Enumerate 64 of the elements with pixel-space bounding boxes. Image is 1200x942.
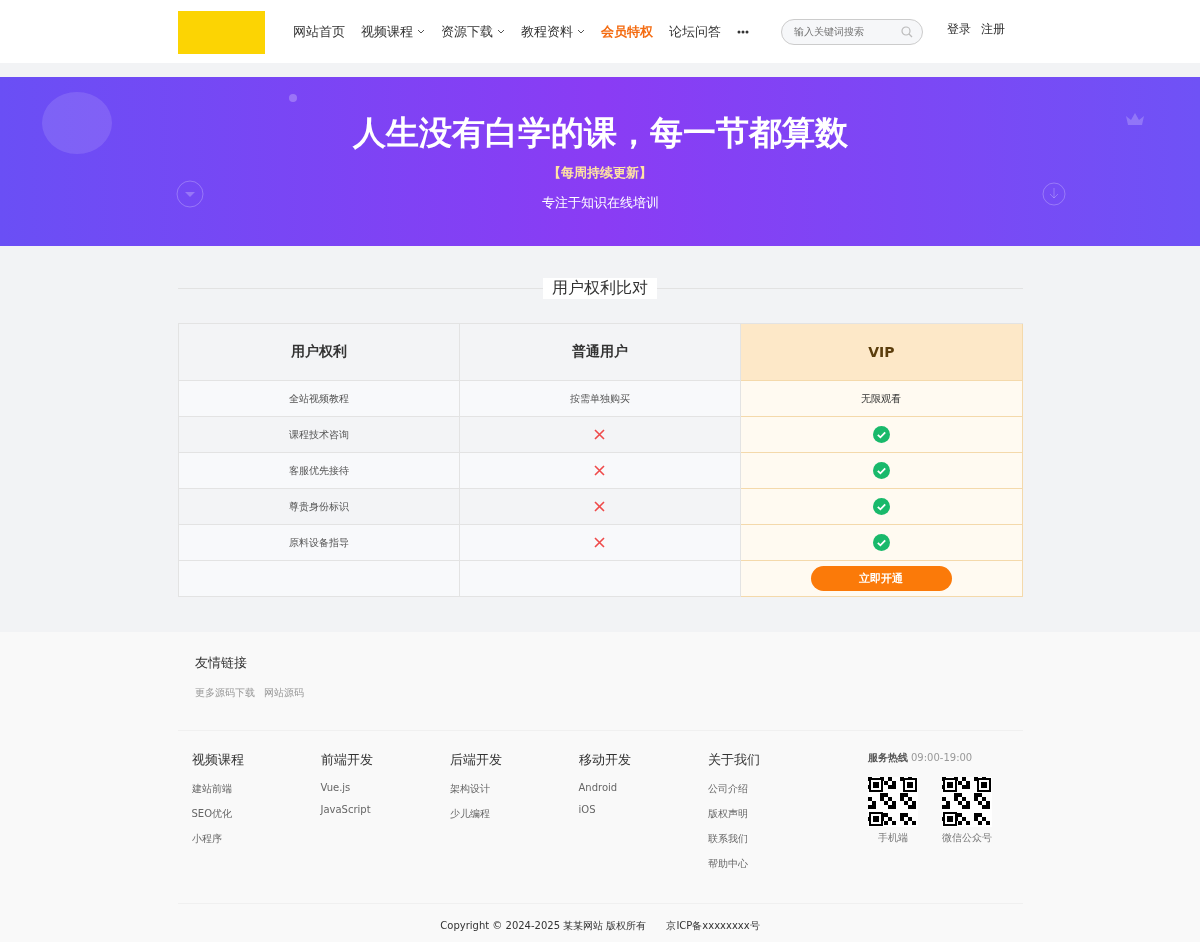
search-field[interactable]: 输入关键词搜索 — [780, 18, 923, 45]
table-cell: 全站视频教程 — [178, 381, 460, 417]
footer-link[interactable]: 建站前端 — [191, 782, 321, 796]
footer-column-title: 关于我们 — [707, 751, 761, 769]
hotline-text: 服务热线 09:00-19:00 — [867, 751, 974, 765]
cross-icon — [594, 537, 606, 548]
footer-link[interactable]: 版权声明 — [707, 807, 837, 821]
qr-caption: 手机端 — [877, 831, 908, 845]
circle-decoration-icon — [42, 92, 112, 154]
footer-column-title: 前端开发 — [320, 751, 374, 769]
cross-icon — [594, 429, 606, 440]
nav-link[interactable]: 视频课程 — [360, 22, 425, 41]
more-icon[interactable] — [736, 29, 749, 34]
table-cell: 客服优先接待 — [178, 453, 460, 489]
download-circle-icon — [1042, 182, 1066, 206]
qr-code-icon — [867, 777, 918, 827]
auth-link[interactable]: 注册 — [980, 21, 1005, 38]
footer-link[interactable]: SEO优化 — [191, 807, 321, 821]
footer-link[interactable]: 少儿编程 — [449, 807, 579, 821]
banner-tag: 【每周持续更新】 — [548, 164, 652, 182]
section-title: 用户权利比对 — [543, 278, 657, 299]
check-circle-icon — [872, 426, 890, 443]
footer-link[interactable]: Vue.js — [320, 782, 450, 793]
crown-icon — [1125, 112, 1145, 126]
cross-icon — [594, 501, 606, 512]
search-icon[interactable] — [900, 25, 913, 38]
table-cell: 尊贵身份标识 — [178, 489, 460, 525]
footer-link[interactable]: 联系我们 — [707, 832, 837, 846]
footer-link[interactable]: 帮助中心 — [707, 857, 837, 871]
check-circle-icon — [872, 498, 890, 515]
table-cell-text: 无限观看 — [861, 391, 902, 406]
footer-link[interactable]: 架构设计 — [449, 782, 579, 796]
auth-link[interactable]: 登录 — [946, 21, 971, 38]
nav-link[interactable]: 论坛问答 — [668, 22, 721, 41]
icp-text: 京ICP备xxxxxxxx号 — [666, 919, 760, 933]
footer-link[interactable]: Android — [578, 782, 708, 793]
banner-subtitle: 专注于知识在线培训 — [541, 194, 659, 212]
footer-link[interactable]: 小程序 — [191, 832, 321, 846]
table-cell: 原料设备指导 — [178, 525, 460, 561]
dot-decoration-icon — [289, 94, 297, 102]
column-header: 普通用户 — [459, 324, 742, 381]
nav-link[interactable]: 教程资料 — [520, 22, 585, 41]
qr-code-icon — [941, 777, 992, 827]
nav-link[interactable]: 网站首页 — [292, 22, 345, 41]
footer-column-title: 视频课程 — [191, 751, 245, 769]
column-header: VIP — [741, 324, 1023, 381]
footer-link[interactable]: JavaScript — [320, 804, 450, 815]
footer-column-title: 移动开发 — [578, 751, 632, 769]
check-circle-icon — [872, 462, 890, 479]
check-circle-icon — [872, 534, 890, 551]
logo[interactable] — [177, 11, 265, 54]
footer-link[interactable]: iOS — [578, 804, 708, 815]
column-header: 用户权利 — [178, 324, 460, 381]
copyright-text: Copyright © 2024-2025 某某网站 版权所有 — [440, 919, 647, 933]
nav-link[interactable]: 资源下载 — [440, 22, 505, 41]
nav-link[interactable]: 会员特权 — [600, 22, 653, 41]
qr-caption: 微信公众号 — [941, 831, 992, 845]
footer-column-title: 后端开发 — [449, 751, 503, 769]
banner-title: 人生没有白学的课，每一节都算数 — [352, 112, 848, 154]
table-cell-text: 按需单独购买 — [570, 391, 630, 406]
cross-icon — [594, 465, 606, 476]
table-cell: 课程技术咨询 — [178, 417, 460, 453]
footer-link[interactable]: 公司介绍 — [707, 782, 837, 796]
friend-links-title: 友情链接 — [194, 654, 248, 672]
